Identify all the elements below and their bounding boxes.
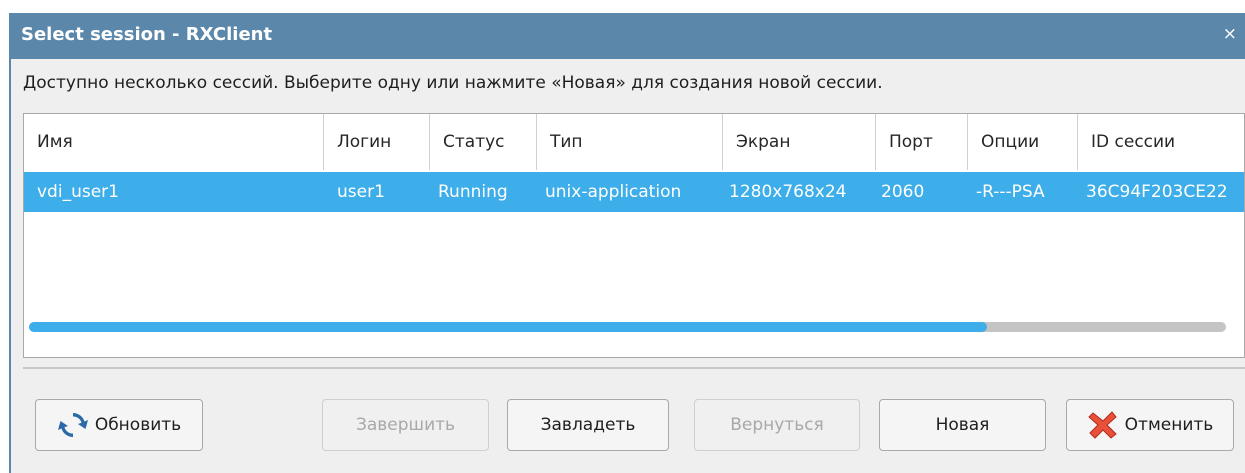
column-header-login[interactable]: Логин [324,114,430,170]
scrollbar-thumb[interactable] [29,322,987,332]
close-icon[interactable]: × [1223,24,1237,44]
takeover-button[interactable]: Завладеть [507,399,669,451]
cancel-button[interactable]: Отменить [1066,399,1234,451]
column-header-options[interactable]: Опции [968,114,1078,170]
refresh-label: Обновить [94,415,182,435]
cell-options: -R---PSA [976,182,1045,202]
cell-name: vdi_user1 [37,182,119,202]
cell-screen: 1280x768x24 [729,182,847,202]
window-title: Select session - RXClient [21,24,273,45]
terminate-button[interactable]: Завершить [322,399,489,451]
new-session-button[interactable]: Новая [879,399,1046,451]
select-session-dialog: Select session - RXClient × Доступно нес… [9,13,1245,473]
column-header-port[interactable]: Порт [876,114,968,170]
column-header-type[interactable]: Тип [537,114,723,170]
cell-login: user1 [337,182,385,202]
title-bar[interactable]: Select session - RXClient × [11,13,1245,59]
separator [23,367,1245,369]
cancel-icon [1087,411,1117,439]
resume-label: Вернуться [730,415,824,435]
table-header: Имя Логин Статус Тип Экран Порт Опции ID… [24,114,1244,170]
refresh-icon [57,412,88,438]
instruction-text: Доступно несколько сессий. Выберите одну… [23,73,883,93]
column-header-name[interactable]: Имя [24,114,324,170]
refresh-button[interactable]: Обновить [35,399,203,451]
column-header-session-id[interactable]: ID сессии [1078,114,1244,170]
column-header-screen[interactable]: Экран [723,114,876,170]
cell-session-id: 36C94F203CE22 [1086,182,1228,202]
horizontal-scrollbar[interactable] [29,322,1226,332]
takeover-label: Завладеть [540,415,636,435]
resume-button[interactable]: Вернуться [694,399,860,451]
terminate-label: Завершить [355,415,456,435]
cell-type: unix-application [545,182,682,202]
column-header-status[interactable]: Статус [430,114,537,170]
new-label: Новая [935,415,990,435]
cell-port: 2060 [881,182,925,202]
table-row[interactable]: vdi_user1 user1 Running unix-application… [24,172,1244,212]
cancel-label: Отменить [1124,415,1214,435]
cell-status: Running [438,182,508,202]
